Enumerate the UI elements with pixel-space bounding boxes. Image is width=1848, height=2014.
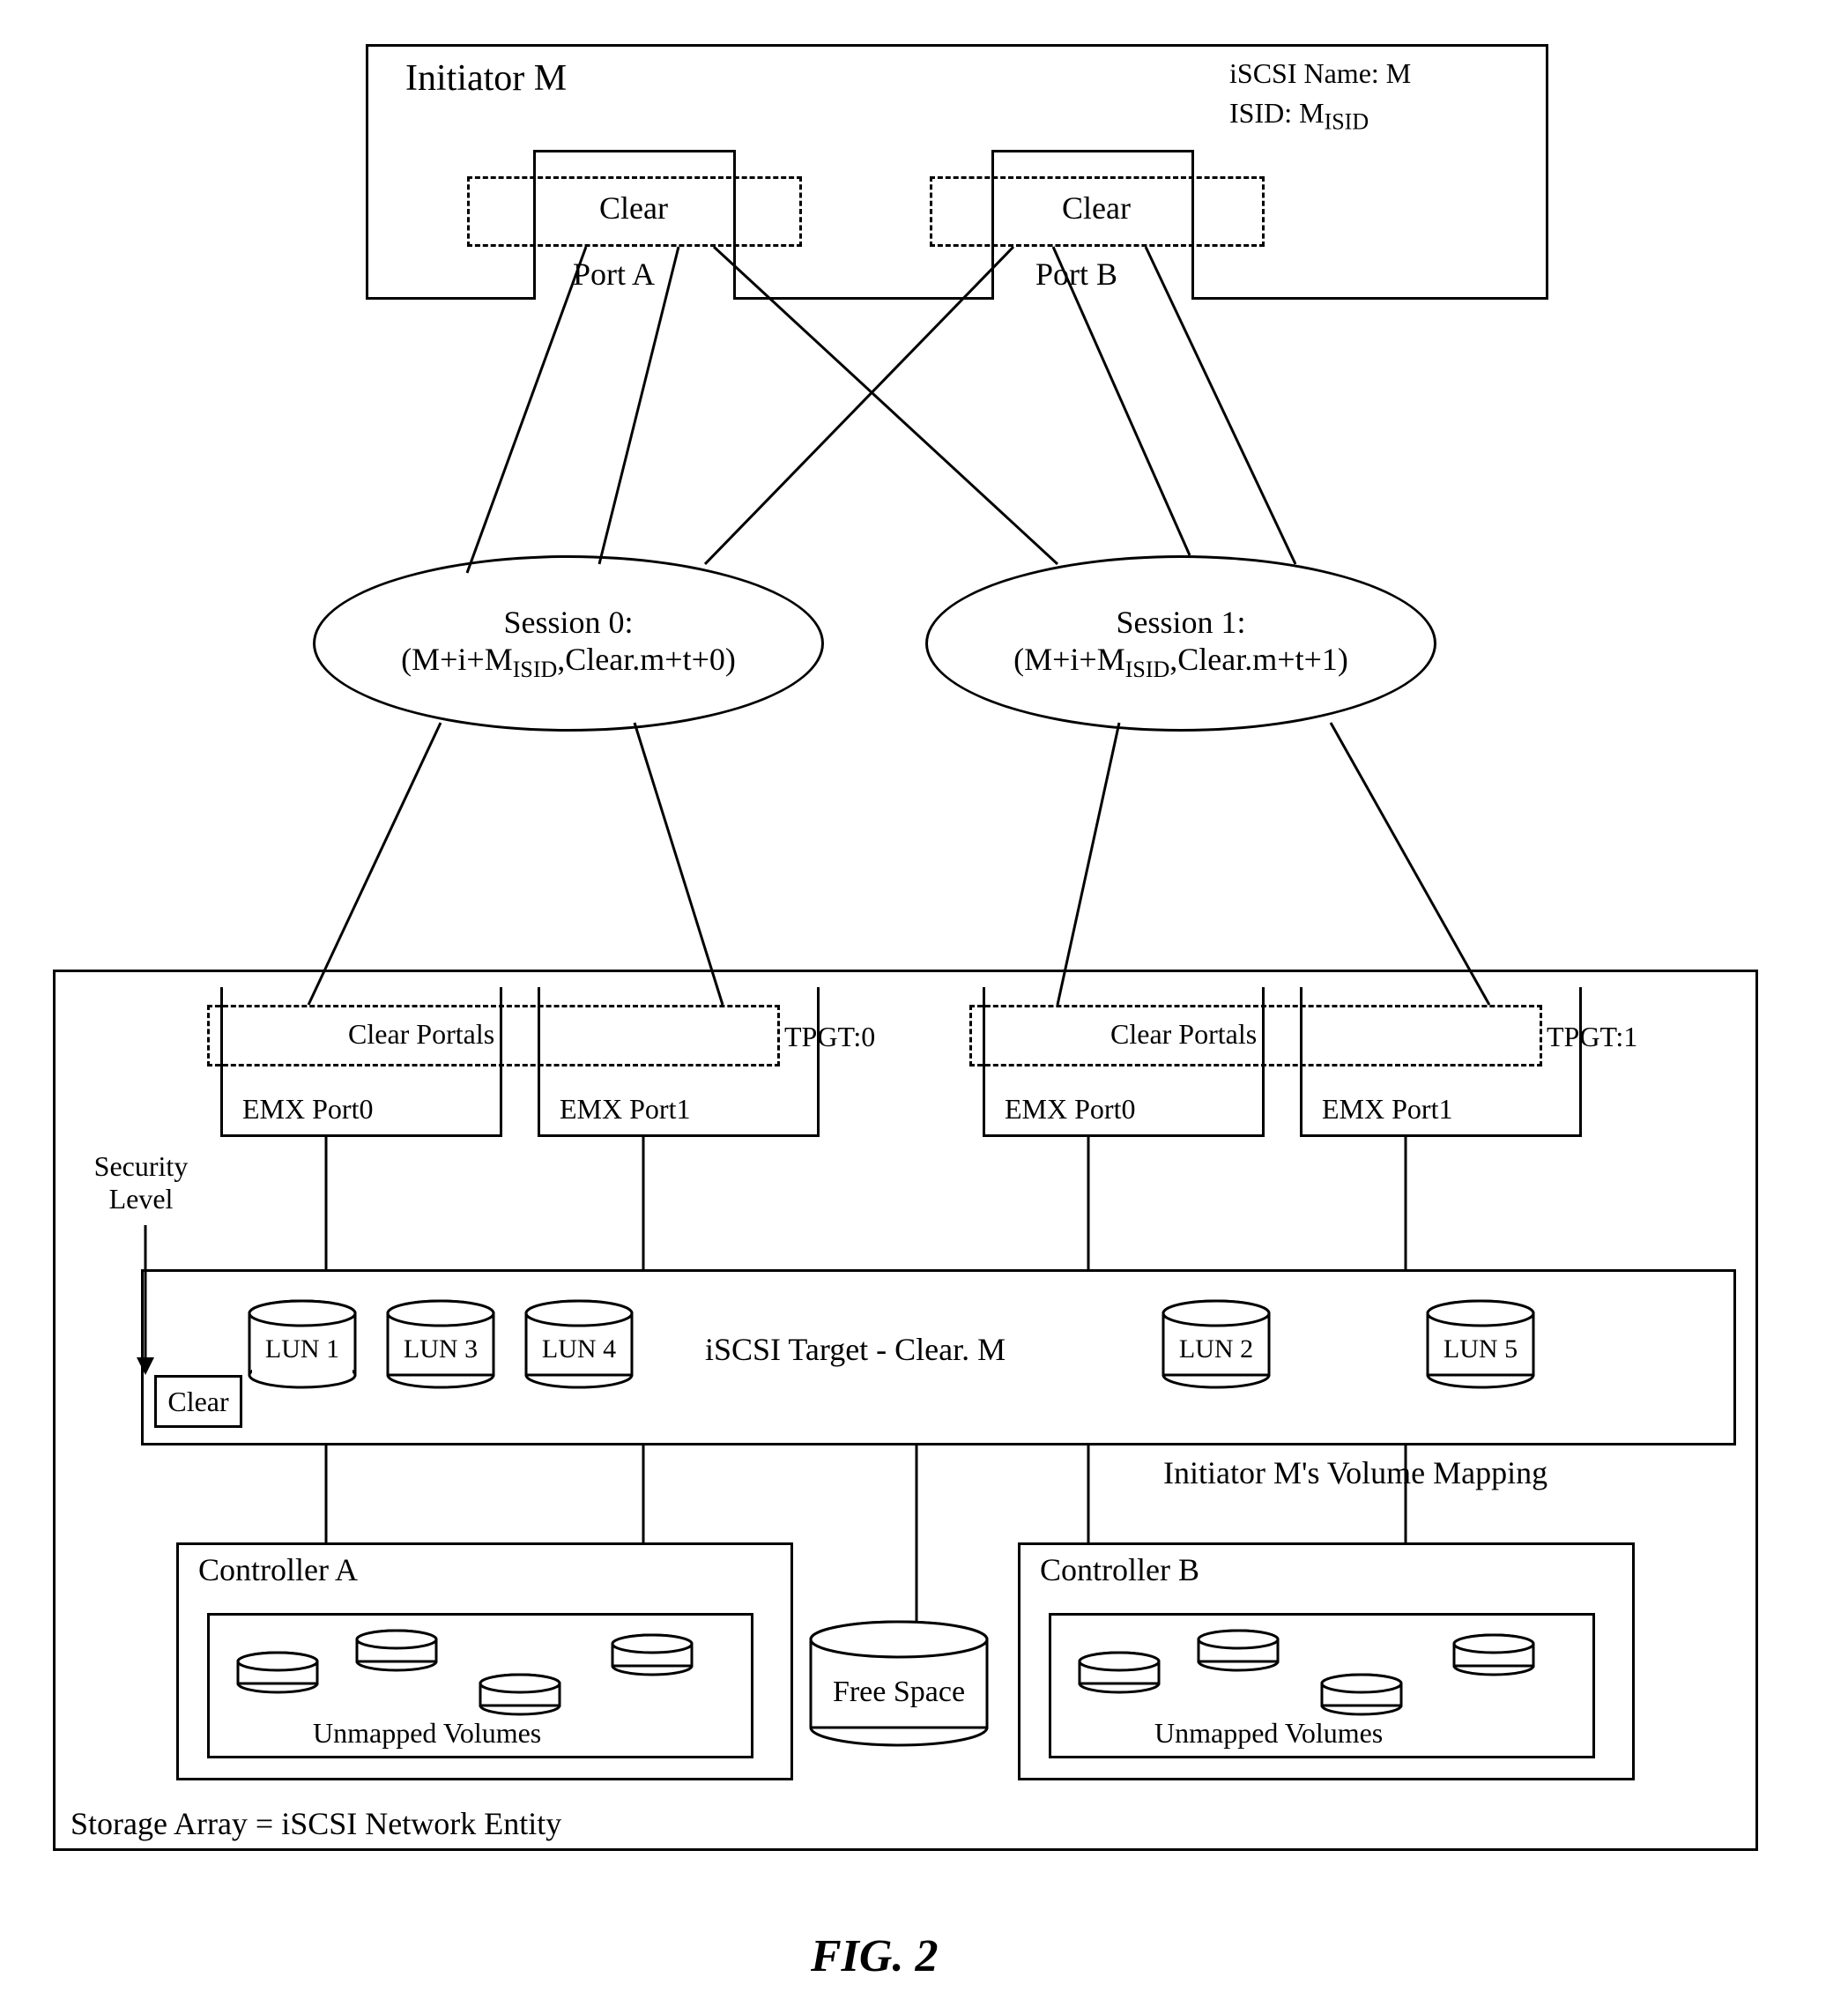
figure-label: FIG. 2 — [811, 1930, 938, 1982]
session1-title: Session 1: — [1116, 604, 1245, 641]
isid-label: ISID: MISID — [1229, 97, 1369, 135]
iscsi-target-title: iSCSI Target - Clear. M — [705, 1331, 1006, 1368]
unmapped-a-label: Unmapped Volumes — [313, 1717, 541, 1750]
initiator-title: Initiator M — [405, 57, 567, 100]
port-a-label: Port A — [573, 256, 655, 293]
emx-port0-b-label: EMX Port0 — [1005, 1093, 1135, 1126]
port-b-label: Port B — [1035, 256, 1117, 293]
storage-array-title: Storage Array = iSCSI Network Entity — [71, 1805, 561, 1842]
controller-b-label: Controller B — [1040, 1551, 1199, 1588]
clear-portals-b-label: Clear Portals — [1110, 1018, 1257, 1051]
iscsi-architecture-diagram: Initiator M iSCSI Name: M ISID: MISID Cl… — [0, 0, 1848, 2014]
unmapped-b-label: Unmapped Volumes — [1154, 1717, 1383, 1750]
emx-port1-b-label: EMX Port1 — [1322, 1093, 1452, 1126]
session1-detail: (M+i+MISID,Clear.m+t+1) — [1013, 641, 1348, 683]
port-b-clear: Clear — [1062, 190, 1131, 227]
port-a-clear: Clear — [599, 190, 668, 227]
session0-detail: (M+i+MISID,Clear.m+t+0) — [401, 641, 736, 683]
session0-title: Session 0: — [503, 604, 633, 641]
iscsi-name-label: iSCSI Name: M — [1229, 57, 1411, 90]
emx-port0-a-label: EMX Port0 — [242, 1093, 373, 1126]
clear-label-box: Clear — [154, 1375, 242, 1428]
tpgt1-label: TPGT:1 — [1547, 1021, 1637, 1053]
clear-portals-a-label: Clear Portals — [348, 1018, 494, 1051]
tpgt0-label: TPGT:0 — [784, 1021, 875, 1053]
session0-ellipse: Session 0: (M+i+MISID,Clear.m+t+0) — [313, 555, 824, 732]
mapping-label: Initiator M's Volume Mapping — [1163, 1454, 1547, 1491]
session1-ellipse: Session 1: (M+i+MISID,Clear.m+t+1) — [925, 555, 1436, 732]
controller-a-label: Controller A — [198, 1551, 358, 1588]
security-level-label: Security Level — [79, 1150, 203, 1215]
clear-label: Clear — [167, 1386, 228, 1418]
emx-port1-a-label: EMX Port1 — [560, 1093, 690, 1126]
